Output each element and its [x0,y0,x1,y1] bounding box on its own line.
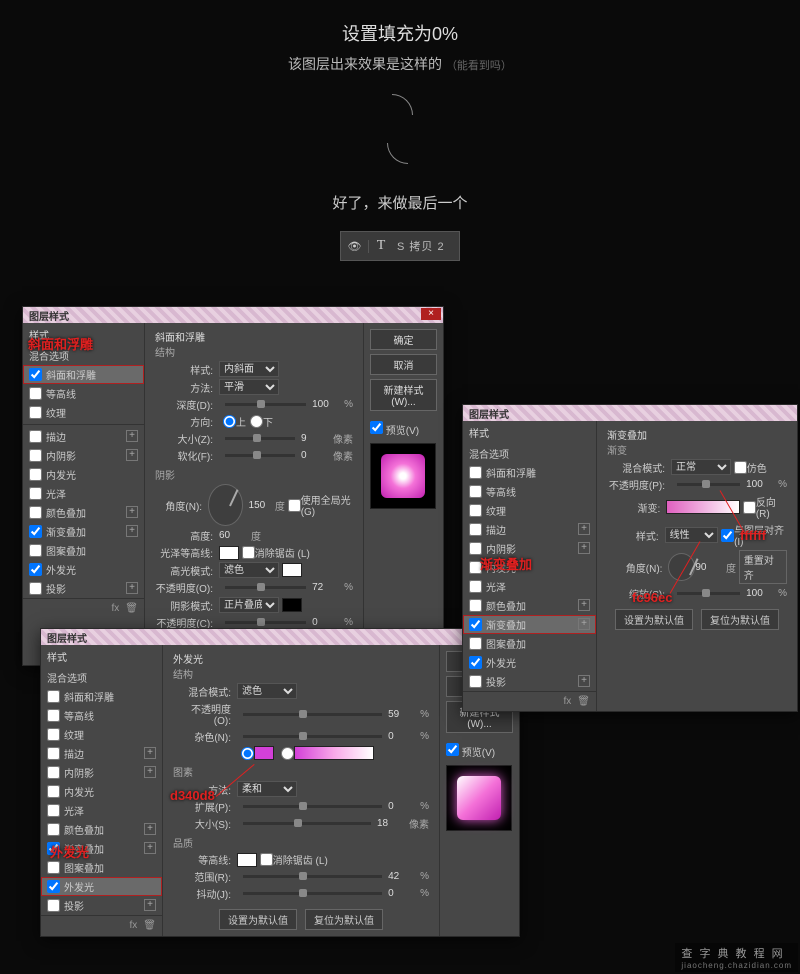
style-texture[interactable]: 纹理 [23,403,144,422]
blend-options[interactable]: 混合选项 [23,346,144,365]
section-title: 外发光 [173,651,429,666]
trash-icon[interactable]: 🗑 [125,603,138,614]
style-inner-shadow[interactable]: 内阴影+ [23,446,144,465]
style-gradient-overlay[interactable]: 渐变叠加+ [23,522,144,541]
add-icon[interactable]: + [126,430,138,442]
gradient-swatch[interactable] [666,500,740,514]
glow-color[interactable] [254,746,274,760]
dialog-titlebar[interactable]: 图层样式 × [23,307,443,323]
heading-fill-0: 设置填充为0% [0,20,800,46]
layer-name: S 拷贝 2 [393,238,445,254]
subheading: 好了，来做最后一个 [0,192,800,213]
style-bevel[interactable]: 斜面和浮雕 [23,365,144,384]
ok-button[interactable]: 确定 [370,329,437,350]
cancel-button[interactable]: 取消 [370,354,437,375]
style-color-overlay[interactable]: 颜色叠加+ [23,503,144,522]
styles-header: 样式 [23,323,144,346]
preview-letter-s [375,94,425,164]
bevel-style-select[interactable]: 内斜面 [219,361,279,377]
layer-chip[interactable]: 👁 T S 拷贝 2 [340,231,460,261]
reset-align-button[interactable]: 重置对齐 [739,550,787,584]
section-title: 渐变叠加 [607,427,787,442]
style-gradient-overlay[interactable]: 渐变叠加+ [463,615,596,634]
depth-slider[interactable] [225,403,306,406]
style-outer-glow[interactable]: 外发光 [23,560,144,579]
shadow-color[interactable] [282,598,302,612]
preview-swatch [370,443,436,509]
heading-sub: 该图层出来效果是这样的 （能看到吗） [0,54,800,74]
style-outer-glow[interactable]: 外发光 [41,877,162,896]
style-contour[interactable]: 等高线 [23,384,144,403]
fx-icon[interactable]: fx [112,603,120,614]
section-title: 斜面和浮雕 [155,329,353,344]
contour-swatch[interactable] [219,546,239,560]
new-style-button[interactable]: 新建样式 (W)... [370,379,437,411]
angle-dial[interactable] [208,484,242,526]
watermark: 查 字 典 教 程 网 jiaocheng.chazidian.com [675,943,798,972]
style-pattern-overlay[interactable]: 图案叠加 [23,541,144,560]
close-icon[interactable]: × [421,308,441,320]
style-stroke[interactable]: 描边+ [23,427,144,446]
size-slider[interactable] [225,437,295,440]
dialog-titlebar[interactable]: 图层样式 × [41,629,519,645]
style-satin[interactable]: 光泽 [23,484,144,503]
style-drop-shadow[interactable]: 投影+ [23,579,144,598]
dialog-titlebar[interactable]: 图层样式 [463,405,797,421]
angle-dial[interactable] [668,553,695,581]
visibility-icon[interactable]: 👁 [341,240,369,253]
highlight-color[interactable] [282,563,302,577]
style-inner-glow[interactable]: 内发光 [23,465,144,484]
text-layer-icon: T [369,238,393,254]
bevel-method-select[interactable]: 平滑 [219,379,279,395]
preview-swatch [446,765,512,831]
glow-gradient[interactable] [294,746,374,760]
soft-slider[interactable] [225,454,295,457]
